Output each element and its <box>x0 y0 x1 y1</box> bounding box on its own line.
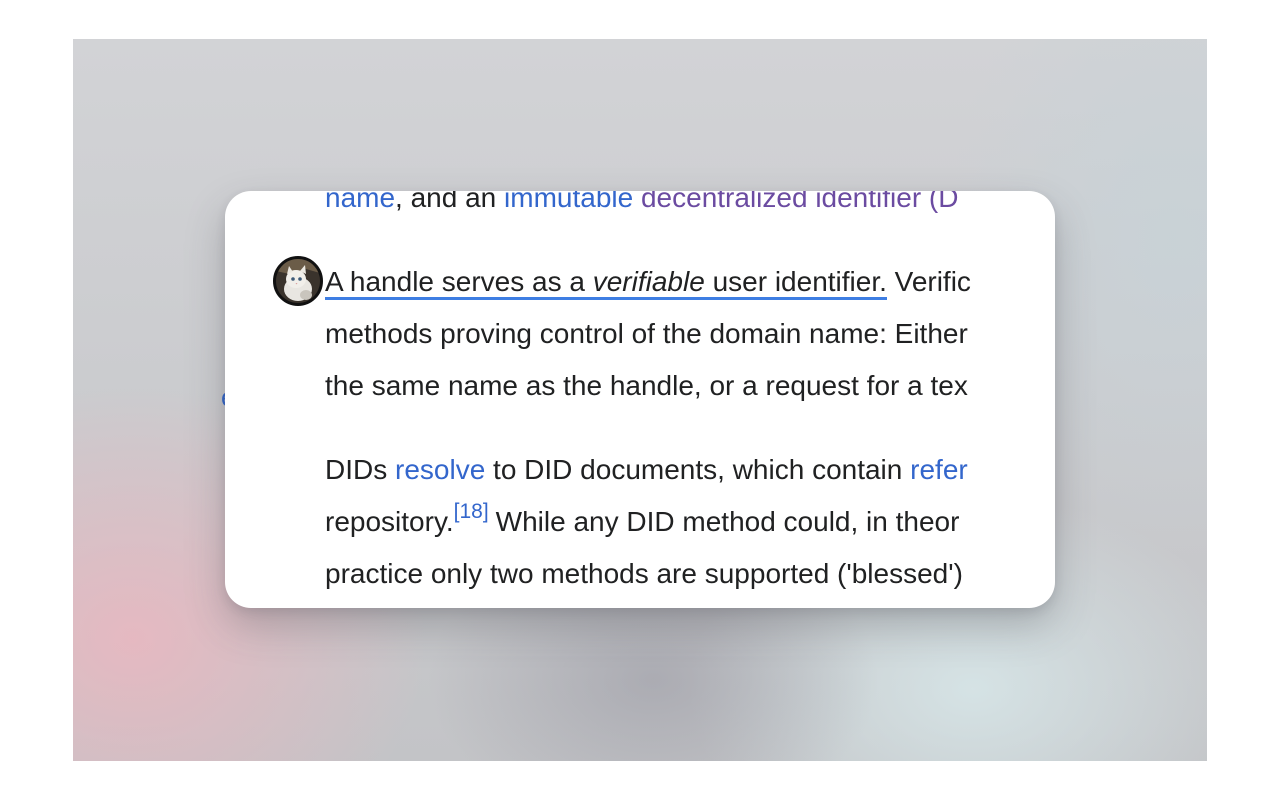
article-preview-card: name, and an immutable decentralized ide… <box>225 191 1055 608</box>
resolve-link[interactable]: resolve <box>395 454 485 485</box>
clipped-top-line: name, and an immutable decentralized ide… <box>325 191 958 224</box>
reference-link[interactable]: refer <box>910 454 968 485</box>
citation-link[interactable]: [18] <box>454 500 489 523</box>
paragraph-1-line-2: methods proving control of the domain na… <box>325 318 968 349</box>
paragraph-1-line-1: A handle serves as a verifiable user ide… <box>325 256 971 308</box>
immutable-link[interactable]: immutable <box>504 191 633 213</box>
name-link[interactable]: name <box>325 191 395 213</box>
kitten-avatar-image <box>276 259 320 303</box>
paragraph-2-line-3: practice only two methods are supported … <box>325 558 963 589</box>
decentralized-identifier-link[interactable]: decentralized identifier (D <box>641 191 959 213</box>
highlighted-sentence[interactable]: A handle serves as a verifiable user ide… <box>325 266 887 300</box>
kitten-avatar-icon[interactable] <box>273 256 323 306</box>
paragraph-2-line-2: repository.[18] While any DID method coul… <box>325 500 960 537</box>
paragraph-2-line-1: DIDs resolve to DID documents, which con… <box>325 454 968 485</box>
paragraph-1-line-3: the same name as the handle, or a reques… <box>325 370 968 401</box>
line0-middle: , and an <box>395 191 505 213</box>
verifiable-emphasis: verifiable <box>592 266 705 297</box>
